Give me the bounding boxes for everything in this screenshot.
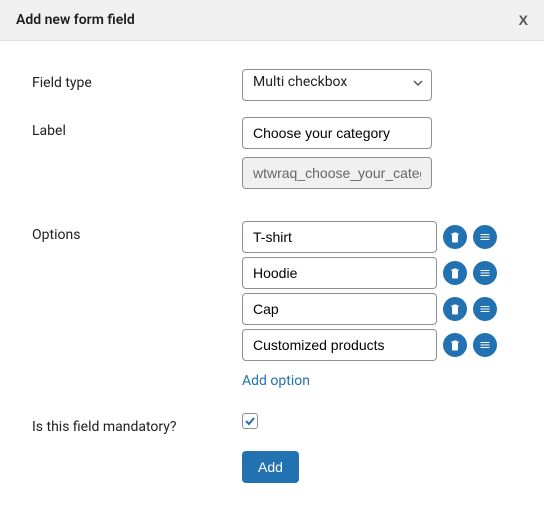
option-row xyxy=(242,257,512,289)
close-button[interactable]: X xyxy=(519,12,528,28)
trash-icon[interactable] xyxy=(443,333,467,357)
slug-input xyxy=(242,157,432,189)
option-input[interactable] xyxy=(242,221,437,253)
dialog-title: Add new form field xyxy=(16,12,135,28)
drag-handle-icon[interactable] xyxy=(473,297,497,321)
options-list: Add option xyxy=(242,221,512,389)
dialog-header: Add new form field X xyxy=(0,0,544,41)
trash-icon[interactable] xyxy=(443,225,467,249)
option-input[interactable] xyxy=(242,329,437,361)
row-field-type: Field type Multi checkbox xyxy=(32,69,512,101)
field-type-select-wrap: Multi checkbox xyxy=(242,69,432,101)
add-option-link[interactable]: Add option xyxy=(242,373,310,389)
label-input[interactable] xyxy=(242,117,432,149)
mandatory-label: Is this field mandatory? xyxy=(32,413,242,435)
form-body: Field type Multi checkbox Label Options … xyxy=(0,41,544,527)
add-button[interactable]: Add xyxy=(242,451,299,483)
drag-handle-icon[interactable] xyxy=(473,225,497,249)
row-mandatory: Is this field mandatory? xyxy=(32,413,512,435)
mandatory-checkbox[interactable] xyxy=(242,413,258,429)
field-type-label: Field type xyxy=(32,69,242,91)
options-label: Options xyxy=(32,221,242,243)
row-submit: Add xyxy=(32,451,512,483)
row-label: Label xyxy=(32,117,512,149)
option-input[interactable] xyxy=(242,257,437,289)
option-input[interactable] xyxy=(242,293,437,325)
drag-handle-icon[interactable] xyxy=(473,261,497,285)
trash-icon[interactable] xyxy=(443,261,467,285)
trash-icon[interactable] xyxy=(443,297,467,321)
row-options: Options Add option xyxy=(32,221,512,389)
drag-handle-icon[interactable] xyxy=(473,333,497,357)
field-type-select[interactable]: Multi checkbox xyxy=(242,69,432,101)
option-row xyxy=(242,293,512,325)
row-slug xyxy=(32,157,512,189)
option-row xyxy=(242,329,512,361)
option-row xyxy=(242,221,512,253)
label-label: Label xyxy=(32,117,242,139)
